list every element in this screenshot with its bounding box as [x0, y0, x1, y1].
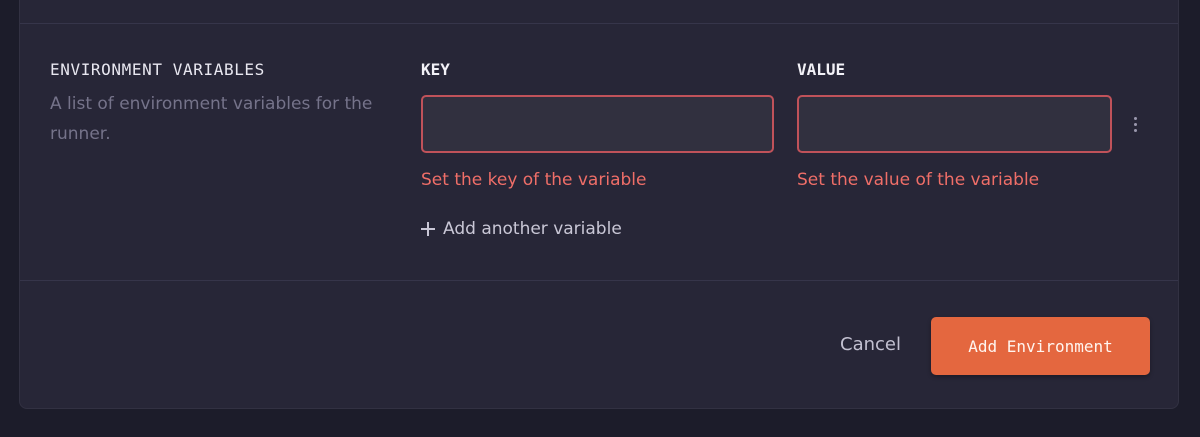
environment-form-card: ENVIRONMENT VARIABLES A list of environm…: [19, 0, 1179, 409]
variable-value-input[interactable]: [797, 95, 1112, 153]
cancel-button[interactable]: Cancel: [830, 324, 911, 364]
add-variable-button[interactable]: Add another variable: [421, 219, 622, 239]
plus-icon: [421, 222, 435, 236]
variable-key-input[interactable]: [421, 95, 774, 153]
key-error-message: Set the key of the variable: [421, 170, 647, 190]
footer-divider: [20, 280, 1178, 281]
value-error-message: Set the value of the variable: [797, 170, 1040, 190]
add-variable-label: Add another variable: [443, 219, 622, 239]
section-description: A list of environment variables for the …: [50, 94, 373, 144]
add-environment-button[interactable]: Add Environment: [931, 317, 1150, 375]
key-column-label: KEY: [421, 60, 450, 79]
section-title: ENVIRONMENT VARIABLES: [50, 60, 265, 79]
more-vertical-icon[interactable]: [1123, 104, 1147, 144]
value-column-label: VALUE: [797, 60, 846, 79]
top-divider: [20, 23, 1178, 24]
